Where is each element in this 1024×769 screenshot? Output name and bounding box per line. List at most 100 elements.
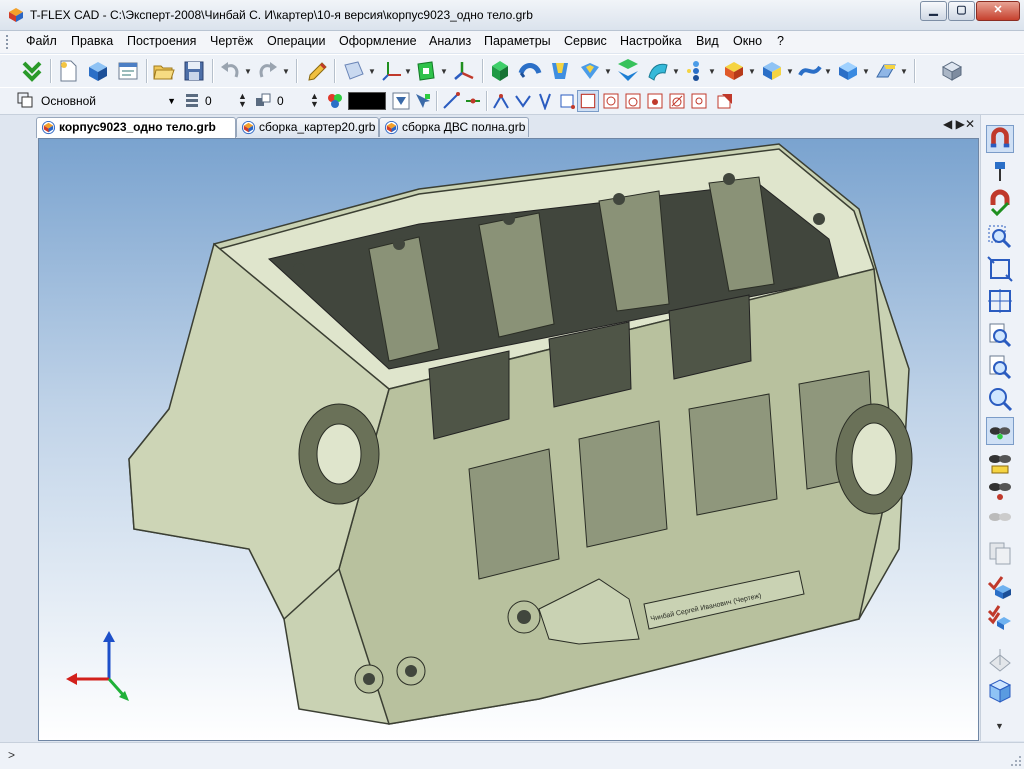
undo-icon[interactable] — [218, 59, 242, 83]
boolean-icon[interactable] — [616, 59, 640, 83]
select-filter-icon[interactable] — [414, 92, 432, 110]
snap-arc-icon[interactable] — [646, 92, 664, 110]
menu-view[interactable]: Вид — [696, 34, 719, 48]
save-icon[interactable] — [182, 59, 206, 83]
close-button[interactable]: ✕ — [976, 1, 1020, 21]
maximize-button[interactable]: ▢ — [948, 1, 975, 21]
snap-midpoint-icon[interactable] — [464, 92, 482, 110]
redo-dropdown-icon[interactable]: ▼ — [282, 67, 290, 76]
snap-circle-icon[interactable] — [624, 92, 642, 110]
menu-settings[interactable]: Настройка — [620, 34, 682, 48]
view-orbit-icon[interactable] — [986, 477, 1014, 505]
shell-icon[interactable] — [722, 59, 746, 83]
rotation-icon[interactable] — [518, 59, 542, 83]
lcs-dropdown-icon[interactable]: ▼ — [404, 67, 412, 76]
check-body-icon[interactable] — [986, 573, 1014, 601]
menu-window[interactable]: Окно — [733, 34, 762, 48]
view-fly-icon[interactable] — [986, 503, 1014, 531]
menu-grip[interactable] — [6, 35, 11, 49]
surface-dropdown-icon[interactable]: ▼ — [824, 67, 832, 76]
tab-korpus[interactable]: корпус9023_одно тело.grb — [36, 117, 236, 138]
zoom-window-icon[interactable] — [986, 223, 1014, 251]
array-dropdown-icon[interactable]: ▼ — [708, 67, 716, 76]
undo-dropdown-icon[interactable]: ▼ — [244, 67, 252, 76]
menu-operations[interactable]: Операции — [267, 34, 325, 48]
menu-format[interactable]: Оформление — [339, 34, 417, 48]
menu-construct[interactable]: Построения — [127, 34, 196, 48]
section-plane-icon[interactable] — [986, 645, 1014, 673]
smooth-edges-icon[interactable] — [646, 59, 670, 83]
snap-center-icon[interactable] — [602, 92, 620, 110]
view-walk-icon[interactable] — [986, 449, 1014, 477]
color-palette-icon[interactable] — [326, 92, 344, 110]
profile-dropdown-icon[interactable]: ▼ — [440, 67, 448, 76]
snap-body-icon[interactable] — [577, 90, 599, 112]
zoom-in-icon[interactable] — [986, 321, 1014, 349]
menu-file[interactable]: Файл — [26, 34, 57, 48]
filter-icon[interactable] — [392, 92, 410, 110]
tab-scroll-arrows[interactable]: ◀ ▶ — [943, 117, 965, 131]
edit-pencil-icon[interactable] — [306, 59, 330, 83]
array-icon[interactable] — [684, 59, 708, 83]
double-chevron-down-icon[interactable] — [20, 59, 44, 83]
copy-view-icon[interactable] — [986, 539, 1014, 567]
zoom-dynamic-icon[interactable] — [986, 385, 1014, 413]
menu-service[interactable]: Сервис — [564, 34, 607, 48]
snap-intersection-icon[interactable] — [716, 92, 734, 110]
menu-help[interactable]: ? — [777, 34, 784, 48]
smooth-dropdown-icon[interactable]: ▼ — [672, 67, 680, 76]
engine-block-model[interactable]: Чинбай Сергей Иванович (Чертеж) — [39, 139, 978, 740]
profile-icon[interactable] — [414, 59, 438, 83]
global-cs-icon[interactable] — [452, 59, 476, 83]
new-3d-model-icon[interactable] — [86, 59, 110, 83]
priority-spin-icon[interactable]: ▲ ▼ — [310, 92, 319, 109]
minimize-button[interactable]: ▁ — [920, 1, 947, 21]
color-swatch[interactable] — [348, 92, 386, 110]
snap-face-icon[interactable] — [536, 92, 554, 110]
zoom-previous-icon[interactable] — [986, 353, 1014, 381]
tab-sborka-karter[interactable]: сборка_картер20.grb — [236, 117, 379, 137]
chamfer-icon[interactable] — [760, 59, 784, 83]
redo-icon[interactable] — [256, 59, 280, 83]
workplane-icon[interactable] — [342, 59, 366, 83]
snap-edge-icon[interactable] — [514, 92, 532, 110]
magnet-snap-icon[interactable] — [986, 125, 1014, 153]
resize-grip-icon[interactable] — [1010, 755, 1022, 767]
menu-parameters[interactable]: Параметры — [484, 34, 551, 48]
sheet-metal-icon[interactable] — [874, 59, 898, 83]
snap-tangent-icon[interactable] — [668, 92, 686, 110]
snap-quadrant-icon[interactable] — [690, 92, 708, 110]
body-operation-icon[interactable] — [836, 59, 860, 83]
loft-icon[interactable] — [548, 59, 572, 83]
render-settings-icon[interactable] — [940, 59, 964, 83]
new-form-icon[interactable] — [116, 59, 140, 83]
sweep-dropdown-icon[interactable]: ▼ — [604, 67, 612, 76]
chamfer-dropdown-icon[interactable]: ▼ — [786, 67, 794, 76]
workplane-dropdown-icon[interactable]: ▼ — [368, 67, 376, 76]
snap-endpoint-icon[interactable] — [442, 92, 460, 110]
command-prompt[interactable]: > — [8, 748, 15, 762]
zoom-extents-icon[interactable] — [986, 255, 1014, 283]
sheet-dropdown-icon[interactable]: ▼ — [900, 67, 908, 76]
sweep-icon[interactable] — [578, 59, 602, 83]
view-cube-icon[interactable] — [986, 677, 1014, 705]
check-multiple-icon[interactable] — [986, 603, 1014, 631]
menu-analysis[interactable]: Анализ — [429, 34, 471, 48]
snap-cube-icon[interactable] — [558, 92, 576, 110]
menu-drawing[interactable]: Чертёж — [210, 34, 253, 48]
3d-viewport[interactable]: Чинбай Сергей Иванович (Чертеж) — [38, 138, 979, 741]
tab-close-icon[interactable]: ✕ — [965, 117, 975, 131]
surface-icon[interactable] — [798, 59, 822, 83]
magnet-check-icon[interactable] — [986, 189, 1014, 217]
extrusion-icon[interactable] — [488, 59, 512, 83]
level-spin-icon[interactable]: ▲ ▼ — [238, 92, 247, 109]
open-folder-icon[interactable] — [152, 59, 176, 83]
snap-vertex-icon[interactable] — [492, 92, 510, 110]
new-document-icon[interactable] — [56, 59, 80, 83]
shell-dropdown-icon[interactable]: ▼ — [748, 67, 756, 76]
view-camera-icon[interactable] — [986, 417, 1014, 445]
lcs-axes-icon[interactable] — [380, 59, 404, 83]
body-dropdown-icon[interactable]: ▼ — [862, 67, 870, 76]
menu-edit[interactable]: Правка — [71, 34, 113, 48]
pin-icon[interactable] — [986, 157, 1014, 185]
